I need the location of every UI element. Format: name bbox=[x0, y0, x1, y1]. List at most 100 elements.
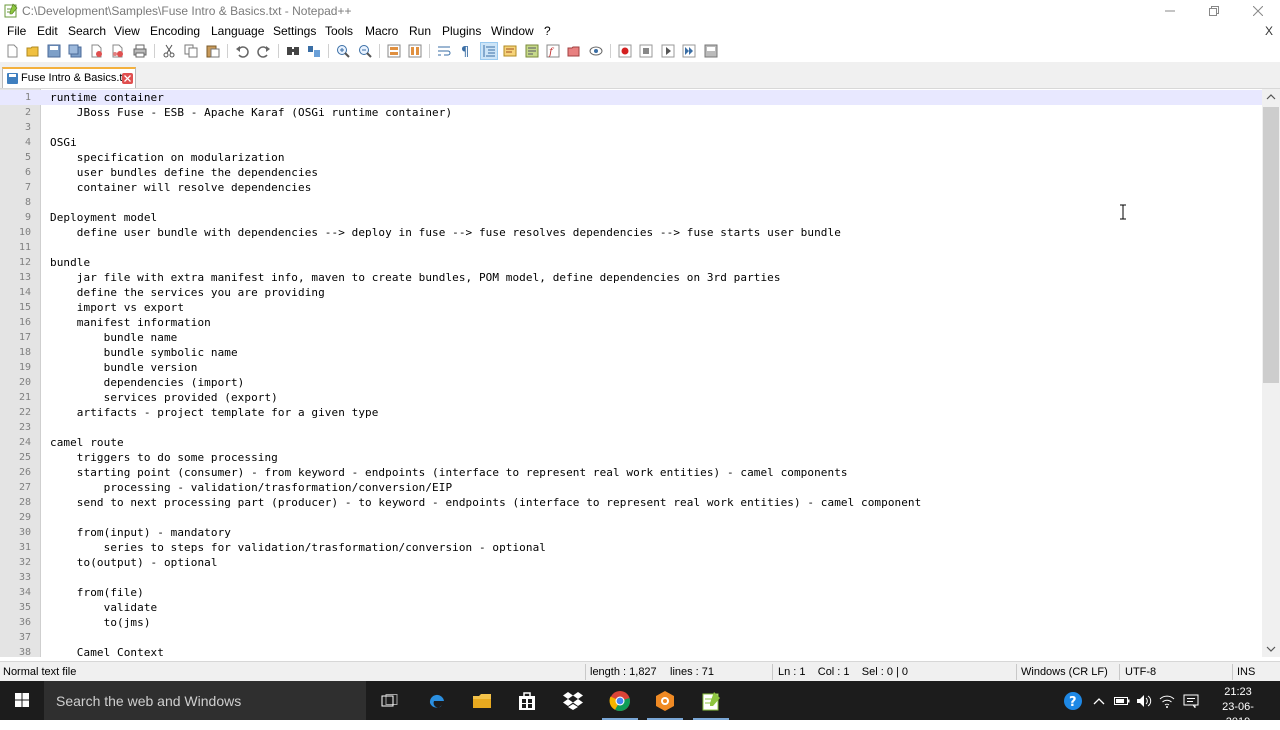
redo-button[interactable] bbox=[256, 43, 272, 59]
menu-run[interactable]: Run bbox=[409, 24, 431, 38]
function-list-button[interactable]: f bbox=[545, 43, 561, 59]
editor-line[interactable]: 31 series to steps for validation/trasfo… bbox=[0, 540, 1262, 555]
undo-button[interactable] bbox=[234, 43, 250, 59]
editor-line[interactable]: 6 user bundles define the dependencies bbox=[0, 165, 1262, 180]
menu-search[interactable]: Search bbox=[68, 24, 106, 38]
find-button[interactable] bbox=[285, 43, 301, 59]
editor-line[interactable]: 30 from(input) - mandatory bbox=[0, 525, 1262, 540]
menu-window[interactable]: Window bbox=[491, 24, 534, 38]
editor-line[interactable]: 24 camel route bbox=[0, 435, 1262, 450]
menu-plugins[interactable]: Plugins bbox=[442, 24, 481, 38]
zoom-out-button[interactable] bbox=[357, 43, 373, 59]
close-all-button[interactable] bbox=[109, 43, 125, 59]
start-button[interactable] bbox=[0, 681, 44, 720]
editor-line[interactable]: 29 bbox=[0, 510, 1262, 525]
orange-app-button[interactable] bbox=[643, 681, 687, 720]
word-wrap-button[interactable] bbox=[436, 43, 452, 59]
action-center-button[interactable] bbox=[1180, 681, 1202, 720]
editor-line[interactable]: 12 bundle bbox=[0, 255, 1262, 270]
editor-line[interactable]: 20 dependencies (import) bbox=[0, 375, 1262, 390]
menu-file[interactable]: File bbox=[7, 24, 26, 38]
editor-line[interactable]: 28 send to next processing part (produce… bbox=[0, 495, 1262, 510]
menu-language[interactable]: Language bbox=[211, 24, 264, 38]
editor-line[interactable]: 38 Camel Context bbox=[0, 645, 1262, 657]
editor-line[interactable]: 27 processing - validation/trasformation… bbox=[0, 480, 1262, 495]
battery-tray-button[interactable] bbox=[1112, 681, 1132, 720]
sync-vertical-button[interactable] bbox=[386, 43, 402, 59]
close-window-button[interactable] bbox=[1236, 0, 1280, 22]
editor-line[interactable]: 32 to(output) - optional bbox=[0, 555, 1262, 570]
menu-edit[interactable]: Edit bbox=[37, 24, 58, 38]
editor-line[interactable]: 2 JBoss Fuse - ESB - Apache Karaf (OSGi … bbox=[0, 105, 1262, 120]
monitoring-button[interactable] bbox=[588, 43, 604, 59]
editor-line[interactable]: 23 bbox=[0, 420, 1262, 435]
menu-tools[interactable]: Tools bbox=[325, 24, 353, 38]
task-view-button[interactable] bbox=[368, 681, 412, 720]
editor-line[interactable]: 37 bbox=[0, 630, 1262, 645]
sync-horizontal-button[interactable] bbox=[407, 43, 423, 59]
run-macro-multiple-button[interactable] bbox=[681, 43, 697, 59]
show-hidden-icons-button[interactable] bbox=[1090, 681, 1108, 720]
edge-button[interactable] bbox=[415, 681, 459, 720]
paste-button[interactable] bbox=[205, 43, 221, 59]
taskbar-clock[interactable]: 21:23 23-06-2019 bbox=[1210, 685, 1266, 730]
editor-line[interactable]: 22 artifacts - project template for a gi… bbox=[0, 405, 1262, 420]
editor-line[interactable]: 9 Deployment model bbox=[0, 210, 1262, 225]
volume-tray-button[interactable] bbox=[1134, 681, 1154, 720]
dropbox-button[interactable] bbox=[551, 681, 595, 720]
editor-line[interactable]: 34 from(file) bbox=[0, 585, 1262, 600]
replace-button[interactable] bbox=[306, 43, 322, 59]
editor-line[interactable]: 16 manifest information bbox=[0, 315, 1262, 330]
editor-line[interactable]: 8 bbox=[0, 195, 1262, 210]
menu-view[interactable]: View bbox=[114, 24, 140, 38]
menu-macro[interactable]: Macro bbox=[365, 24, 398, 38]
editor-line[interactable]: 26 starting point (consumer) - from keyw… bbox=[0, 465, 1262, 480]
vertical-scrollbar[interactable] bbox=[1262, 89, 1280, 657]
editor-line[interactable]: 25 triggers to do some processing bbox=[0, 450, 1262, 465]
show-all-characters-button[interactable]: ¶ bbox=[457, 43, 473, 59]
editor-line[interactable]: 10 define user bundle with dependencies … bbox=[0, 225, 1262, 240]
taskbar-search-box[interactable]: Search the web and Windows bbox=[44, 681, 366, 720]
editor-line[interactable]: 36 to(jms) bbox=[0, 615, 1262, 630]
minimize-button[interactable] bbox=[1148, 0, 1192, 22]
editor-line[interactable]: 33 bbox=[0, 570, 1262, 585]
stop-macro-button[interactable] bbox=[638, 43, 654, 59]
scrollbar-thumb[interactable] bbox=[1263, 107, 1279, 383]
save-macro-button[interactable] bbox=[703, 43, 719, 59]
editor-line[interactable]: 5 specification on modularization bbox=[0, 150, 1262, 165]
restore-button[interactable] bbox=[1192, 0, 1236, 22]
editor-line[interactable]: 1 runtime container bbox=[0, 90, 1262, 105]
close-document-button[interactable]: X bbox=[1265, 24, 1273, 38]
editor-line[interactable]: 7 container will resolve dependencies bbox=[0, 180, 1262, 195]
save-all-button[interactable] bbox=[67, 43, 83, 59]
editor-line[interactable]: 21 services provided (export) bbox=[0, 390, 1262, 405]
editor-line[interactable]: 11 bbox=[0, 240, 1262, 255]
editor-line[interactable]: 17 bundle name bbox=[0, 330, 1262, 345]
save-button[interactable] bbox=[46, 43, 62, 59]
user-language-button[interactable] bbox=[502, 43, 518, 59]
help-tray-button[interactable]: ? bbox=[1060, 681, 1086, 720]
document-map-button[interactable] bbox=[524, 43, 540, 59]
text-editor[interactable]: 1 runtime container 2 JBoss Fuse - ESB - A… bbox=[0, 89, 1262, 657]
chrome-button[interactable] bbox=[598, 681, 642, 720]
play-macro-button[interactable] bbox=[660, 43, 676, 59]
scroll-down-icon[interactable] bbox=[1266, 646, 1276, 652]
editor-line[interactable]: 19 bundle version bbox=[0, 360, 1262, 375]
editor-line[interactable]: 3 bbox=[0, 120, 1262, 135]
editor-line[interactable]: 18 bundle symbolic name bbox=[0, 345, 1262, 360]
store-button[interactable] bbox=[505, 681, 549, 720]
zoom-in-button[interactable] bbox=[335, 43, 351, 59]
close-file-button[interactable] bbox=[88, 43, 104, 59]
editor-line[interactable]: 13 jar file with extra manifest info, ma… bbox=[0, 270, 1262, 285]
file-explorer-button[interactable] bbox=[460, 681, 504, 720]
editor-line[interactable]: 35 validate bbox=[0, 600, 1262, 615]
cut-button[interactable] bbox=[161, 43, 177, 59]
editor-line[interactable]: 14 define the services you are providing bbox=[0, 285, 1262, 300]
new-file-button[interactable] bbox=[4, 43, 20, 59]
menu-help[interactable]: ? bbox=[544, 24, 551, 38]
scroll-up-icon[interactable] bbox=[1266, 94, 1276, 100]
tab-fuse-intro-basics[interactable]: Fuse Intro & Basics.txt bbox=[2, 67, 136, 88]
menu-encoding[interactable]: Encoding bbox=[150, 24, 200, 38]
record-macro-button[interactable] bbox=[617, 43, 633, 59]
copy-button[interactable] bbox=[183, 43, 199, 59]
